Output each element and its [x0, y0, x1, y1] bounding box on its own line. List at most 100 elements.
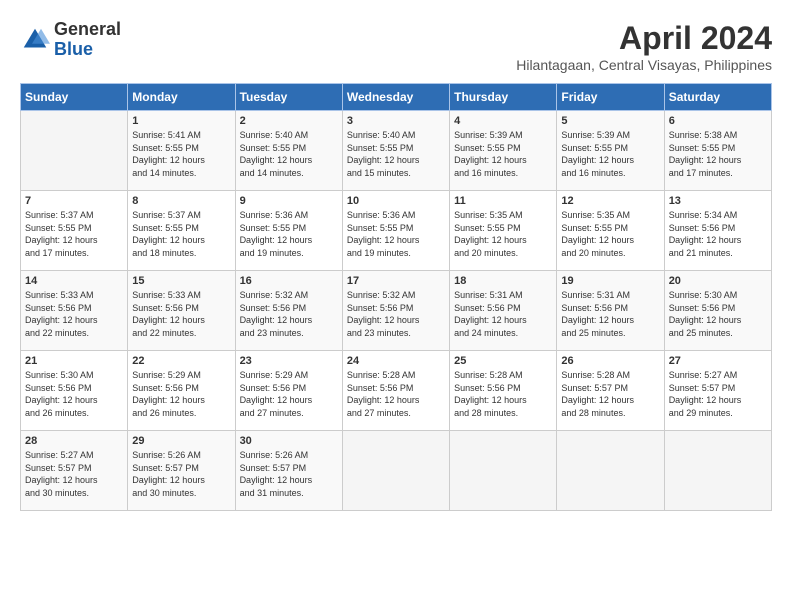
calendar-cell: 20Sunrise: 5:30 AM Sunset: 5:56 PM Dayli… [664, 271, 771, 351]
calendar-cell: 12 Sunrise: 5:35 AM Sunset: 5:55 PM Dayli… [557, 191, 664, 271]
day-info: Sunrise: 5:31 AM Sunset: 5:56 PM Dayligh… [454, 289, 552, 339]
day-number: 9 [240, 195, 338, 207]
calendar-cell: 26 Sunrise: 5:28 AM Sunset: 5:57 PM Dayli… [557, 351, 664, 431]
day-number: 12 [561, 195, 659, 207]
calendar-cell: 19 Sunrise: 5:31 AM Sunset: 5:56 PM Dayli… [557, 271, 664, 351]
day-info: Sunrise: 5:33 AM Sunset: 5:56 PM Dayligh… [132, 289, 230, 339]
calendar-cell: 13 Sunrise: 5:34 AM Sunset: 5:56 PM Dayli… [664, 191, 771, 271]
calendar-body: 1Sunrise: 5:41 AM Sunset: 5:55 PM Daylig… [21, 111, 772, 511]
day-number: 3 [347, 115, 445, 127]
calendar-cell: 1Sunrise: 5:41 AM Sunset: 5:55 PM Daylig… [128, 111, 235, 191]
title-block: April 2024 Hilantagaan, Central Visayas,… [516, 20, 772, 73]
day-info: Sunrise: 5:26 AM Sunset: 5:57 PM Dayligh… [132, 449, 230, 499]
day-info: Sunrise: 5:35 AM Sunset: 5:55 PM Dayligh… [561, 209, 659, 259]
calendar-cell: 4Sunrise: 5:39 AM Sunset: 5:55 PM Daylig… [450, 111, 557, 191]
day-number: 11 [454, 195, 552, 207]
calendar-week-row: 21 Sunrise: 5:30 AM Sunset: 5:56 PM Dayli… [21, 351, 772, 431]
calendar-cell: 28 Sunrise: 5:27 AM Sunset: 5:57 PM Dayli… [21, 431, 128, 511]
day-number: 14 [25, 275, 123, 287]
col-saturday: Saturday [664, 84, 771, 111]
day-info: Sunrise: 5:41 AM Sunset: 5:55 PM Dayligh… [132, 129, 230, 179]
calendar-week-row: 14 Sunrise: 5:33 AM Sunset: 5:56 PM Dayli… [21, 271, 772, 351]
day-number: 19 [561, 275, 659, 287]
location: Hilantagaan, Central Visayas, Philippine… [516, 57, 772, 73]
day-info: Sunrise: 5:29 AM Sunset: 5:56 PM Dayligh… [132, 369, 230, 419]
calendar-cell: 6 Sunrise: 5:38 AM Sunset: 5:55 PM Daylig… [664, 111, 771, 191]
calendar-cell: 29Sunrise: 5:26 AM Sunset: 5:57 PM Dayli… [128, 431, 235, 511]
day-number: 26 [561, 355, 659, 367]
calendar-cell: 18 Sunrise: 5:31 AM Sunset: 5:56 PM Dayli… [450, 271, 557, 351]
day-number: 24 [347, 355, 445, 367]
day-info: Sunrise: 5:28 AM Sunset: 5:56 PM Dayligh… [454, 369, 552, 419]
day-info: Sunrise: 5:30 AM Sunset: 5:56 PM Dayligh… [25, 369, 123, 419]
day-number: 5 [561, 115, 659, 127]
day-number: 7 [25, 195, 123, 207]
col-wednesday: Wednesday [342, 84, 449, 111]
col-friday: Friday [557, 84, 664, 111]
day-info: Sunrise: 5:35 AM Sunset: 5:55 PM Dayligh… [454, 209, 552, 259]
day-info: Sunrise: 5:28 AM Sunset: 5:56 PM Dayligh… [347, 369, 445, 419]
calendar-week-row: 7 Sunrise: 5:37 AM Sunset: 5:55 PM Daylig… [21, 191, 772, 271]
day-info: Sunrise: 5:27 AM Sunset: 5:57 PM Dayligh… [25, 449, 123, 499]
calendar-cell: 9 Sunrise: 5:36 AM Sunset: 5:55 PM Daylig… [235, 191, 342, 271]
logo: General Blue [20, 20, 121, 60]
day-number: 23 [240, 355, 338, 367]
day-info: Sunrise: 5:38 AM Sunset: 5:55 PM Dayligh… [669, 129, 767, 179]
calendar-table: Sunday Monday Tuesday Wednesday Thursday… [20, 83, 772, 511]
day-info: Sunrise: 5:32 AM Sunset: 5:56 PM Dayligh… [240, 289, 338, 339]
logo-blue: Blue [54, 40, 121, 60]
day-info: Sunrise: 5:40 AM Sunset: 5:55 PM Dayligh… [347, 129, 445, 179]
day-info: Sunrise: 5:31 AM Sunset: 5:56 PM Dayligh… [561, 289, 659, 339]
month-title: April 2024 [516, 20, 772, 57]
day-number: 6 [669, 115, 767, 127]
day-number: 27 [669, 355, 767, 367]
day-number: 17 [347, 275, 445, 287]
day-number: 18 [454, 275, 552, 287]
calendar-week-row: 28 Sunrise: 5:27 AM Sunset: 5:57 PM Dayli… [21, 431, 772, 511]
day-info: Sunrise: 5:39 AM Sunset: 5:55 PM Dayligh… [561, 129, 659, 179]
day-info: Sunrise: 5:33 AM Sunset: 5:56 PM Dayligh… [25, 289, 123, 339]
col-sunday: Sunday [21, 84, 128, 111]
day-number: 28 [25, 435, 123, 447]
day-info: Sunrise: 5:37 AM Sunset: 5:55 PM Dayligh… [25, 209, 123, 259]
day-info: Sunrise: 5:36 AM Sunset: 5:55 PM Dayligh… [240, 209, 338, 259]
calendar-cell [342, 431, 449, 511]
col-monday: Monday [128, 84, 235, 111]
day-info: Sunrise: 5:37 AM Sunset: 5:55 PM Dayligh… [132, 209, 230, 259]
page-header: General Blue April 2024 Hilantagaan, Cen… [20, 20, 772, 73]
logo-general: General [54, 20, 121, 40]
day-number: 30 [240, 435, 338, 447]
col-thursday: Thursday [450, 84, 557, 111]
calendar-cell: 27Sunrise: 5:27 AM Sunset: 5:57 PM Dayli… [664, 351, 771, 431]
day-number: 15 [132, 275, 230, 287]
calendar-cell: 15 Sunrise: 5:33 AM Sunset: 5:56 PM Dayli… [128, 271, 235, 351]
calendar-cell: 3 Sunrise: 5:40 AM Sunset: 5:55 PM Daylig… [342, 111, 449, 191]
calendar-cell: 25Sunrise: 5:28 AM Sunset: 5:56 PM Dayli… [450, 351, 557, 431]
days-of-week-row: Sunday Monday Tuesday Wednesday Thursday… [21, 84, 772, 111]
day-info: Sunrise: 5:29 AM Sunset: 5:56 PM Dayligh… [240, 369, 338, 419]
day-info: Sunrise: 5:36 AM Sunset: 5:55 PM Dayligh… [347, 209, 445, 259]
day-info: Sunrise: 5:34 AM Sunset: 5:56 PM Dayligh… [669, 209, 767, 259]
calendar-cell: 22 Sunrise: 5:29 AM Sunset: 5:56 PM Dayli… [128, 351, 235, 431]
day-number: 21 [25, 355, 123, 367]
calendar-week-row: 1Sunrise: 5:41 AM Sunset: 5:55 PM Daylig… [21, 111, 772, 191]
day-info: Sunrise: 5:28 AM Sunset: 5:57 PM Dayligh… [561, 369, 659, 419]
day-number: 22 [132, 355, 230, 367]
day-info: Sunrise: 5:26 AM Sunset: 5:57 PM Dayligh… [240, 449, 338, 499]
calendar-cell: 5 Sunrise: 5:39 AM Sunset: 5:55 PM Daylig… [557, 111, 664, 191]
calendar-cell [557, 431, 664, 511]
day-info: Sunrise: 5:30 AM Sunset: 5:56 PM Dayligh… [669, 289, 767, 339]
day-number: 16 [240, 275, 338, 287]
day-info: Sunrise: 5:40 AM Sunset: 5:55 PM Dayligh… [240, 129, 338, 179]
calendar-cell: 23 Sunrise: 5:29 AM Sunset: 5:56 PM Dayli… [235, 351, 342, 431]
calendar-cell: 11 Sunrise: 5:35 AM Sunset: 5:55 PM Dayli… [450, 191, 557, 271]
calendar-cell: 10 Sunrise: 5:36 AM Sunset: 5:55 PM Dayli… [342, 191, 449, 271]
day-number: 10 [347, 195, 445, 207]
day-number: 2 [240, 115, 338, 127]
calendar-cell: 14 Sunrise: 5:33 AM Sunset: 5:56 PM Dayli… [21, 271, 128, 351]
day-number: 13 [669, 195, 767, 207]
calendar-cell: 7 Sunrise: 5:37 AM Sunset: 5:55 PM Daylig… [21, 191, 128, 271]
day-number: 8 [132, 195, 230, 207]
day-info: Sunrise: 5:39 AM Sunset: 5:55 PM Dayligh… [454, 129, 552, 179]
calendar-cell: 16 Sunrise: 5:32 AM Sunset: 5:56 PM Dayli… [235, 271, 342, 351]
